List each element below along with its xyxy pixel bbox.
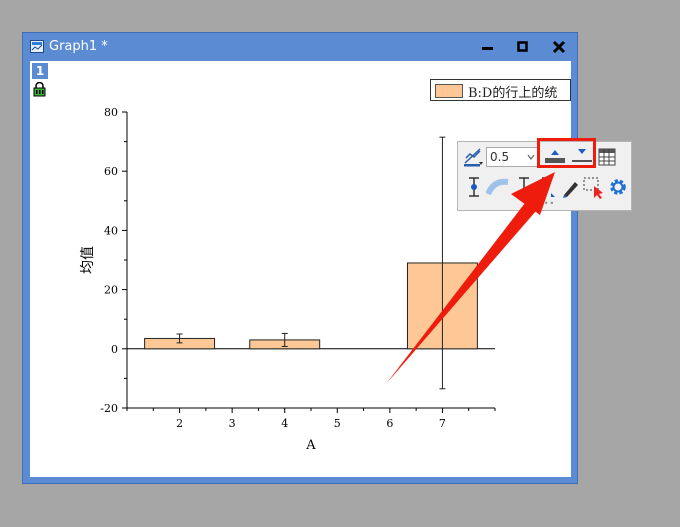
annotation-arrow <box>386 172 555 384</box>
